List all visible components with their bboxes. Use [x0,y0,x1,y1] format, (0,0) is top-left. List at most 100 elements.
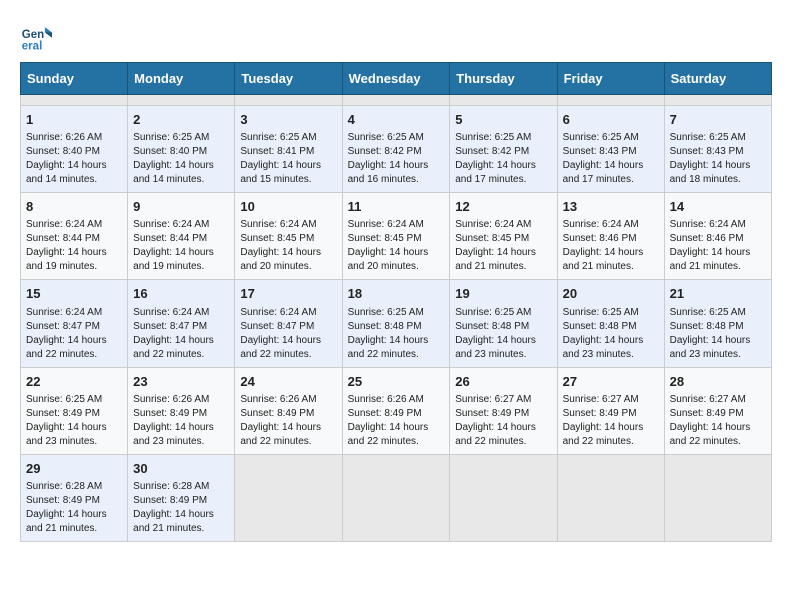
daylight-text: Daylight: 14 hours and 20 minutes. [348,246,445,274]
sunset-text: Sunset: 8:49 PM [670,407,766,421]
header-thursday: Thursday [450,63,557,95]
calendar-week-0 [21,95,772,106]
daylight-text: Daylight: 14 hours and 20 minutes. [240,246,336,274]
calendar-cell [664,95,771,106]
calendar-cell: 23Sunrise: 6:26 AMSunset: 8:49 PMDayligh… [128,367,235,454]
daylight-text: Daylight: 14 hours and 14 minutes. [133,159,229,187]
sunrise-text: Sunrise: 6:25 AM [455,306,551,320]
sunrise-text: Sunrise: 6:26 AM [240,393,336,407]
sunset-text: Sunset: 8:44 PM [26,232,122,246]
daylight-text: Daylight: 14 hours and 21 minutes. [455,246,551,274]
page-header: Gen eral [20,20,772,52]
calendar-week-1: 1Sunrise: 6:26 AMSunset: 8:40 PMDaylight… [21,106,772,193]
calendar-cell: 24Sunrise: 6:26 AMSunset: 8:49 PMDayligh… [235,367,342,454]
day-number: 19 [455,285,551,303]
day-number: 28 [670,373,766,391]
daylight-text: Daylight: 14 hours and 22 minutes. [348,334,445,362]
sunrise-text: Sunrise: 6:27 AM [670,393,766,407]
day-number: 5 [455,111,551,129]
daylight-text: Daylight: 14 hours and 23 minutes. [26,421,122,449]
sunrise-text: Sunrise: 6:25 AM [240,131,336,145]
sunset-text: Sunset: 8:49 PM [455,407,551,421]
daylight-text: Daylight: 14 hours and 15 minutes. [240,159,336,187]
daylight-text: Daylight: 14 hours and 19 minutes. [26,246,122,274]
sunset-text: Sunset: 8:45 PM [348,232,445,246]
calendar-cell: 6Sunrise: 6:25 AMSunset: 8:43 PMDaylight… [557,106,664,193]
daylight-text: Daylight: 14 hours and 22 minutes. [563,421,659,449]
day-number: 17 [240,285,336,303]
header-monday: Monday [128,63,235,95]
day-number: 16 [133,285,229,303]
day-number: 18 [348,285,445,303]
calendar-cell: 26Sunrise: 6:27 AMSunset: 8:49 PMDayligh… [450,367,557,454]
day-number: 24 [240,373,336,391]
sunset-text: Sunset: 8:48 PM [348,320,445,334]
daylight-text: Daylight: 14 hours and 22 minutes. [240,334,336,362]
calendar-cell [128,95,235,106]
calendar-cell [557,454,664,541]
sunrise-text: Sunrise: 6:25 AM [670,306,766,320]
calendar-cell: 4Sunrise: 6:25 AMSunset: 8:42 PMDaylight… [342,106,450,193]
day-number: 6 [563,111,659,129]
day-number: 9 [133,198,229,216]
sunset-text: Sunset: 8:47 PM [240,320,336,334]
day-number: 27 [563,373,659,391]
day-number: 23 [133,373,229,391]
daylight-text: Daylight: 14 hours and 22 minutes. [240,421,336,449]
sunset-text: Sunset: 8:49 PM [26,494,122,508]
header-tuesday: Tuesday [235,63,342,95]
day-number: 3 [240,111,336,129]
sunrise-text: Sunrise: 6:24 AM [240,218,336,232]
day-number: 25 [348,373,445,391]
daylight-text: Daylight: 14 hours and 22 minutes. [26,334,122,362]
daylight-text: Daylight: 14 hours and 21 minutes. [670,246,766,274]
sunset-text: Sunset: 8:49 PM [26,407,122,421]
calendar-cell: 12Sunrise: 6:24 AMSunset: 8:45 PMDayligh… [450,193,557,280]
calendar-cell: 10Sunrise: 6:24 AMSunset: 8:45 PMDayligh… [235,193,342,280]
svg-text:eral: eral [22,40,43,52]
sunset-text: Sunset: 8:43 PM [563,145,659,159]
day-number: 15 [26,285,122,303]
day-number: 1 [26,111,122,129]
calendar-cell: 17 Sunrise: 6:24 AMSunset: 8:47 PMDayligh… [235,280,342,367]
sunrise-text: Sunrise: 6:25 AM [26,393,122,407]
day-number: 22 [26,373,122,391]
sunrise-text: Sunrise: 6:28 AM [133,480,229,494]
calendar-cell: 16Sunrise: 6:24 AMSunset: 8:47 PMDayligh… [128,280,235,367]
sunset-text: Sunset: 8:49 PM [348,407,445,421]
day-number: 20 [563,285,659,303]
sunset-text: Sunset: 8:47 PM [26,320,122,334]
sunrise-text: Sunrise: 6:26 AM [348,393,445,407]
calendar-week-4: 22Sunrise: 6:25 AMSunset: 8:49 PMDayligh… [21,367,772,454]
day-number: 10 [240,198,336,216]
daylight-text: Daylight: 14 hours and 22 minutes. [670,421,766,449]
calendar-week-3: 15Sunrise: 6:24 AMSunset: 8:47 PMDayligh… [21,280,772,367]
calendar-week-2: 8Sunrise: 6:24 AMSunset: 8:44 PMDaylight… [21,193,772,280]
calendar-cell: 20Sunrise: 6:25 AMSunset: 8:48 PMDayligh… [557,280,664,367]
calendar-cell: 9Sunrise: 6:24 AMSunset: 8:44 PMDaylight… [128,193,235,280]
sunrise-text: Sunrise: 6:26 AM [133,393,229,407]
calendar-cell [342,454,450,541]
calendar-cell: 8Sunrise: 6:24 AMSunset: 8:44 PMDaylight… [21,193,128,280]
sunrise-text: Sunrise: 6:27 AM [455,393,551,407]
calendar-cell: 13Sunrise: 6:24 AMSunset: 8:46 PMDayligh… [557,193,664,280]
sunrise-text: Sunrise: 6:24 AM [348,218,445,232]
day-number: 2 [133,111,229,129]
sunrise-text: Sunrise: 6:25 AM [133,131,229,145]
calendar-header-row: SundayMondayTuesdayWednesdayThursdayFrid… [21,63,772,95]
day-number: 12 [455,198,551,216]
sunrise-text: Sunrise: 6:25 AM [563,306,659,320]
sunset-text: Sunset: 8:49 PM [133,494,229,508]
svg-text:Gen: Gen [22,29,44,41]
calendar-cell: 1Sunrise: 6:26 AMSunset: 8:40 PMDaylight… [21,106,128,193]
daylight-text: Daylight: 14 hours and 21 minutes. [26,508,122,536]
header-friday: Friday [557,63,664,95]
sunrise-text: Sunrise: 6:25 AM [455,131,551,145]
sunset-text: Sunset: 8:48 PM [455,320,551,334]
daylight-text: Daylight: 14 hours and 17 minutes. [563,159,659,187]
sunrise-text: Sunrise: 6:26 AM [26,131,122,145]
day-number: 4 [348,111,445,129]
sunrise-text: Sunrise: 6:25 AM [670,131,766,145]
sunrise-text: Sunrise: 6:24 AM [240,306,336,320]
sunset-text: Sunset: 8:48 PM [670,320,766,334]
